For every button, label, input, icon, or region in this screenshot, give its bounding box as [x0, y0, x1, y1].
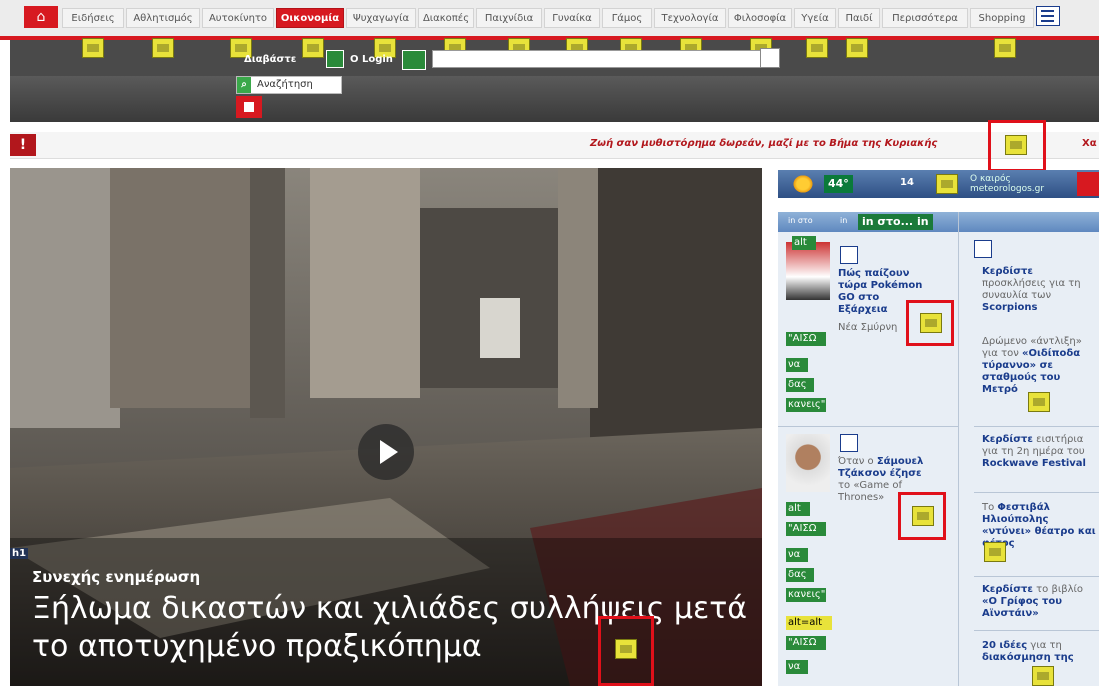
article-source: Νέα Σμύρνη [838, 322, 898, 333]
search-input[interactable] [432, 50, 764, 68]
tab-health[interactable]: Υγεία [794, 8, 836, 28]
h1-tag: h1 [10, 548, 29, 559]
tab-more[interactable]: Περισσότερα [882, 8, 968, 28]
section-header: in στο in in στο... in [778, 212, 1099, 232]
alt-label: alt [792, 236, 816, 250]
pointer-icon [1077, 172, 1099, 196]
alt-label: να [786, 660, 808, 674]
alt-label: alt=alt [786, 616, 832, 630]
highlight-frame [906, 300, 954, 346]
alt-label: "ΑΙΣΩ [786, 636, 826, 650]
tab-entertainment[interactable]: Ψυχαγωγία [346, 8, 416, 28]
tab-holidays[interactable]: Διακοπές [418, 8, 474, 28]
weather-temperature: 44° [824, 175, 853, 193]
divider [974, 576, 1099, 577]
tab-child[interactable]: Παιδί [838, 8, 880, 28]
image-marker-icon [936, 174, 958, 194]
image-marker-icon [302, 38, 324, 58]
search-button[interactable]: ⌕ Αναζήτηση [236, 76, 342, 94]
news-ticker: ! Ζωή σαν μυθιστόρημα δωρεάν, μαζί με το… [10, 132, 1099, 159]
image-marker-icon [152, 38, 174, 58]
cursor-icon [402, 50, 426, 70]
document-icon [840, 246, 858, 264]
image-marker-icon [1005, 135, 1027, 155]
section-title[interactable]: in στο... in [858, 214, 933, 230]
tab-news[interactable]: Ειδήσεις [62, 8, 124, 28]
image-marker-icon [82, 38, 104, 58]
weather-bar[interactable]: 44° 14 Ο καιρός meteorologos.gr [778, 170, 1099, 198]
tab-games[interactable]: Παιχνίδια [476, 8, 542, 28]
ticker-link[interactable]: Ζωή σαν μυθιστόρημα δωρεάν, μαζί με το Β… [590, 138, 937, 149]
sidebar-promo[interactable]: Δρώμενο «άντλιξη» για τον «Οιδίποδα τύρα… [982, 336, 1099, 396]
tab-car[interactable]: Αυτοκίνητο [202, 8, 274, 28]
sidebar-promo[interactable]: Κερδίστε προσκλήσεις για τη συναυλία των… [982, 266, 1099, 314]
tab-economy[interactable]: Οικονομία [276, 8, 344, 28]
alt-label: κανεις" [786, 398, 826, 412]
cursor-icon [326, 50, 344, 68]
image-marker-icon [806, 38, 828, 58]
document-icon [974, 240, 992, 258]
top-navigation: ⌂ Ειδήσεις Αθλητισμός Αυτοκίνητο Οικονομ… [0, 0, 1099, 40]
in-sto-in-box: in στο in in στο... in Πώς παίζουν τώρα … [778, 212, 1099, 686]
article-thumbnail[interactable] [786, 434, 830, 492]
home-icon: ⌂ [36, 9, 46, 25]
menu-icon[interactable] [1036, 6, 1060, 26]
sidebar-promo[interactable]: Κερδίστε εισιτήρια για τη 2η ημέρα του R… [982, 434, 1099, 470]
play-button[interactable] [358, 424, 414, 480]
highlight-frame [598, 616, 654, 686]
article-thumbnail[interactable] [786, 242, 830, 300]
hero-image[interactable]: h1 Συνεχής ενημέρωση Ξήλωμα δικαστών και… [10, 168, 762, 686]
read-link[interactable]: Διαβάστε [244, 54, 296, 65]
image-marker-icon [1028, 392, 1050, 412]
image-marker-icon [912, 506, 934, 526]
highlight-frame [898, 492, 946, 540]
divider [778, 426, 958, 427]
alt-label: να [786, 358, 808, 372]
image-marker-icon [1032, 666, 1054, 686]
sun-icon [792, 174, 814, 194]
login-link[interactable]: Ο Login [350, 54, 393, 65]
divider [974, 426, 1099, 427]
pointer-icon [236, 96, 262, 118]
divider [974, 492, 1099, 493]
column-divider [958, 212, 959, 686]
divider [974, 630, 1099, 631]
image-marker-icon [846, 38, 868, 58]
alt-label: "ΑΙΣΩ [786, 522, 826, 536]
toolbar-bar-lower [10, 76, 1099, 122]
home-button[interactable]: ⌂ [24, 6, 58, 28]
ticker-next-link[interactable]: Χα [1082, 138, 1097, 149]
tab-wedding[interactable]: Γάμος [602, 8, 652, 28]
tab-sports[interactable]: Αθλητισμός [126, 8, 200, 28]
alt-label: κανεις" [786, 588, 826, 602]
hero-kicker: Συνεχής ενημέρωση [32, 568, 201, 586]
alt-label: "ΑΙΣΩ [786, 332, 826, 346]
image-marker-icon [994, 38, 1016, 58]
image-marker-icon [615, 639, 637, 659]
sidebar-promo[interactable]: 20 ιδέες για τη διακόσμηση της [982, 640, 1099, 664]
alt-label: να [786, 548, 808, 562]
image-marker-icon [984, 542, 1006, 562]
tab-woman[interactable]: Γυναίκα [544, 8, 600, 28]
user-icon[interactable] [760, 48, 780, 68]
alt-label: δας [786, 568, 814, 582]
document-icon [840, 434, 858, 452]
weather-secondary: 14 [900, 177, 914, 188]
highlight-frame [988, 120, 1046, 172]
image-marker-icon [920, 313, 942, 333]
weather-brand: Ο καιρός meteorologos.gr [970, 174, 1045, 194]
alert-icon: ! [10, 134, 36, 156]
search-icon: ⌕ [237, 77, 251, 93]
alt-label: δας [786, 378, 814, 392]
tab-technology[interactable]: Τεχνολογία [654, 8, 726, 28]
tab-philosophy[interactable]: Φιλοσοφία [728, 8, 792, 28]
alt-label: alt [786, 502, 810, 516]
tab-shopping[interactable]: Shopping [970, 8, 1034, 28]
sidebar-promo[interactable]: Κερδίστε το βιβλίο «Ο Γρίφος του Αϊνστάι… [982, 584, 1099, 620]
